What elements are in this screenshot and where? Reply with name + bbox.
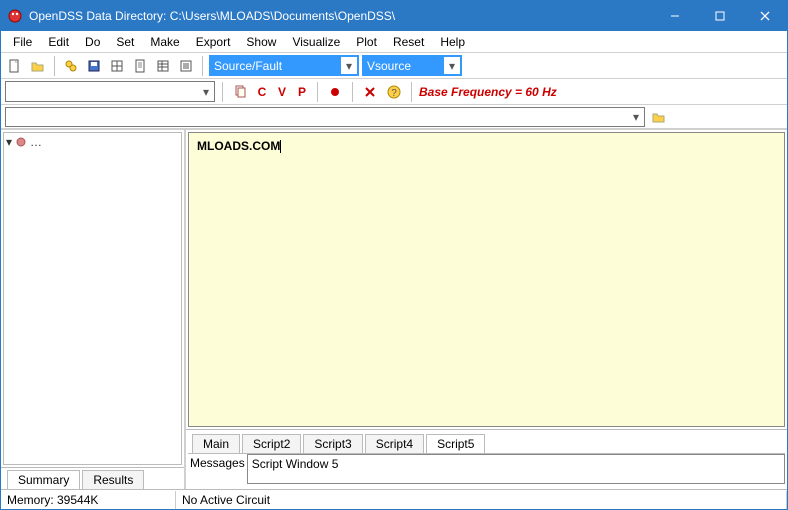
base-frequency-label: Base Frequency = 60 Hz [419, 85, 557, 99]
separator [222, 82, 223, 102]
grid-icon[interactable] [107, 56, 127, 76]
minimize-button[interactable] [652, 1, 697, 31]
separator [317, 82, 318, 102]
table-icon[interactable] [153, 56, 173, 76]
messages-text: Script Window 5 [252, 457, 339, 471]
menu-show[interactable]: Show [238, 33, 284, 51]
open-folder-icon[interactable] [28, 56, 48, 76]
object-combo[interactable]: ▾ [5, 81, 215, 102]
messages-row: Messages Script Window 5 [188, 453, 785, 487]
statusbar: Memory: 39544K No Active Circuit [1, 489, 787, 509]
class-combo[interactable]: Source/Fault ▾ [209, 55, 359, 76]
script-tabs: Main Script2 Script3 Script4 Script5 [186, 429, 787, 453]
tab-script3[interactable]: Script3 [303, 434, 362, 453]
maximize-button[interactable] [697, 1, 742, 31]
messages-body[interactable]: Script Window 5 [247, 454, 785, 484]
right-pane: MLOADS.COM Main Script2 Script3 Script4 … [186, 130, 787, 489]
chevron-down-icon: ▾ [341, 59, 357, 73]
expand-icon[interactable]: ▾ [6, 135, 12, 149]
save-icon[interactable] [84, 56, 104, 76]
cancel-icon[interactable] [360, 82, 380, 102]
toolbar-history: ▾ [1, 105, 787, 129]
editor-text: MLOADS.COM [197, 139, 280, 153]
tree-node-icon [15, 136, 27, 148]
toolbar-secondary: ▾ C V P ? Base Frequency = 60 Hz [1, 79, 787, 105]
menu-plot[interactable]: Plot [348, 33, 385, 51]
window-title: OpenDSS Data Directory: C:\Users\MLOADS\… [29, 9, 652, 23]
svg-text:?: ? [391, 88, 397, 99]
browse-folder-icon[interactable] [649, 107, 669, 127]
menu-do[interactable]: Do [77, 33, 108, 51]
tab-main[interactable]: Main [192, 434, 240, 453]
copy-icon[interactable] [230, 82, 250, 102]
status-memory: Memory: 39544K [1, 491, 176, 509]
help-icon[interactable]: ? [384, 82, 404, 102]
titlebar: OpenDSS Data Directory: C:\Users\MLOADS\… [1, 1, 787, 31]
element-combo[interactable]: Vsource ▾ [362, 55, 462, 76]
chevron-down-icon: ▾ [628, 110, 644, 124]
new-file-icon[interactable] [5, 56, 25, 76]
p-button[interactable]: P [294, 85, 310, 99]
close-button[interactable] [742, 1, 787, 31]
report-icon[interactable] [130, 56, 150, 76]
chevron-down-icon: ▾ [198, 85, 214, 99]
record-icon[interactable] [325, 82, 345, 102]
tab-results[interactable]: Results [82, 470, 144, 489]
editor-frame: MLOADS.COM [188, 132, 785, 427]
separator [352, 82, 353, 102]
menu-set[interactable]: Set [108, 33, 142, 51]
chevron-down-icon: ▾ [444, 59, 460, 73]
script-editor[interactable]: MLOADS.COM [189, 133, 784, 426]
separator [202, 56, 203, 76]
app-icon [7, 8, 23, 24]
menu-file[interactable]: File [5, 33, 40, 51]
menu-edit[interactable]: Edit [40, 33, 77, 51]
element-combo-value: Vsource [364, 57, 444, 74]
menu-help[interactable]: Help [432, 33, 473, 51]
separator [411, 82, 412, 102]
text-caret [280, 140, 281, 153]
menu-reset[interactable]: Reset [385, 33, 432, 51]
c-button[interactable]: C [254, 85, 270, 99]
tree-view[interactable]: ▾ … [3, 132, 182, 465]
tree-row-text: … [30, 135, 42, 149]
left-pane: ▾ … Summary Results [1, 130, 186, 489]
tab-script4[interactable]: Script4 [365, 434, 424, 453]
tab-script5[interactable]: Script5 [426, 434, 485, 453]
menu-visualize[interactable]: Visualize [284, 33, 348, 51]
left-tabs: Summary Results [1, 467, 184, 489]
toolbar-primary: Source/Fault ▾ Vsource ▾ [1, 53, 787, 79]
history-combo[interactable]: ▾ [5, 107, 645, 127]
tab-summary[interactable]: Summary [7, 470, 80, 489]
run-circuit-icon[interactable] [61, 56, 81, 76]
v-button[interactable]: V [274, 85, 290, 99]
separator [54, 56, 55, 76]
menu-export[interactable]: Export [188, 33, 239, 51]
tree-row[interactable]: ▾ … [6, 135, 179, 149]
list-icon[interactable] [176, 56, 196, 76]
messages-label: Messages [188, 454, 247, 472]
menu-make[interactable]: Make [142, 33, 187, 51]
tab-script2[interactable]: Script2 [242, 434, 301, 453]
class-combo-value: Source/Fault [211, 57, 341, 74]
menubar: File Edit Do Set Make Export Show Visual… [1, 31, 787, 53]
status-circuit: No Active Circuit [176, 491, 787, 509]
